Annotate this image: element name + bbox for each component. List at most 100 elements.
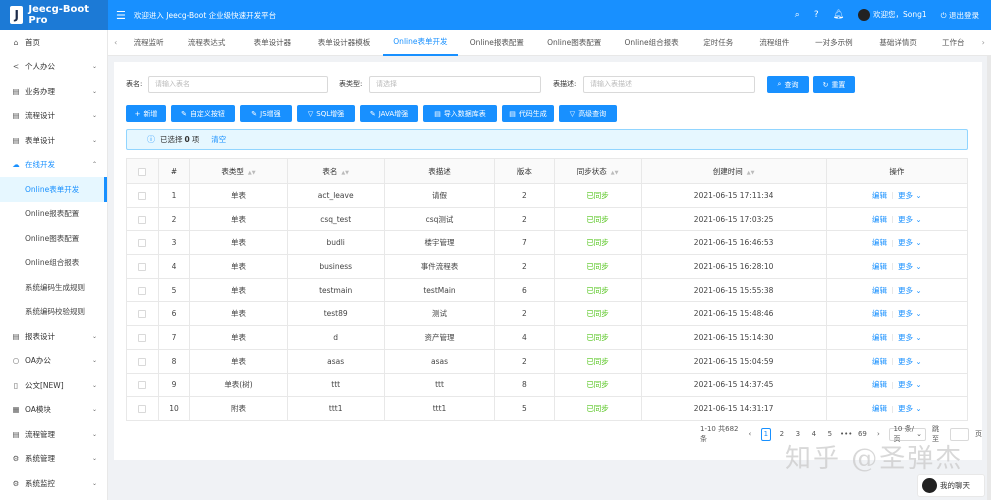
sidebar-item[interactable]: ▯ 公文[NEW] ⌄ <box>0 373 107 398</box>
edit-link[interactable]: 编辑 <box>872 215 887 224</box>
user-menu[interactable]: 欢迎您，Song1 <box>858 9 927 21</box>
sort-icon[interactable]: ▲▼ <box>248 170 256 176</box>
code-gen-button[interactable]: ▤ 代码生成 <box>502 105 554 122</box>
table-type-select[interactable]: 请选择 <box>369 76 541 93</box>
sidebar-item[interactable]: ☁ 在线开发 ⌃ <box>0 153 107 178</box>
reset-button[interactable]: ↻ 重置 <box>813 76 855 93</box>
row-select-cell[interactable] <box>126 301 159 327</box>
query-button[interactable]: ⌕ 查询 <box>767 76 809 93</box>
help-icon[interactable]: ? <box>814 10 819 20</box>
tab[interactable]: 表单设计器 <box>240 30 306 56</box>
more-link[interactable]: 更多 ⌄ <box>898 215 922 224</box>
sidebar-item[interactable]: Online组合报表 <box>0 251 107 276</box>
row-select-cell[interactable] <box>126 348 159 374</box>
edit-link[interactable]: 编辑 <box>872 309 887 318</box>
more-link[interactable]: 更多 ⌄ <box>898 309 922 318</box>
sort-icon[interactable]: ▲▼ <box>611 170 619 176</box>
table-row[interactable]: 6 单表 test89 测试 2 已同步 2021-06-15 15:48:46 编辑 更多 ⌄ <box>126 301 969 327</box>
sidebar-item[interactable]: ⚙ 系统监控 ⌄ <box>0 471 107 496</box>
table-name-input[interactable]: 请输入表名 <box>148 76 328 93</box>
search-icon[interactable]: ⌕ <box>795 10 800 20</box>
more-link[interactable]: 更多 ⌄ <box>898 357 922 366</box>
row-checkbox[interactable] <box>138 357 147 366</box>
advanced-query-button[interactable]: ▽ 高级查询 <box>559 105 617 122</box>
sidebar-item[interactable]: < 个人办公 ⌄ <box>0 55 107 80</box>
tab[interactable]: Online报表配置 <box>458 30 535 56</box>
tab[interactable]: 一对多示例 <box>802 30 865 56</box>
sidebar-item[interactable]: ⚙ 系统管理 ⌄ <box>0 447 107 472</box>
table-row[interactable]: 3 单表 budli 楼宇管理 7 已同步 2021-06-15 16:46:53 编辑 更多 … <box>126 230 969 256</box>
row-checkbox[interactable] <box>138 381 147 390</box>
tab[interactable]: 工作台 <box>931 30 975 56</box>
row-select-cell[interactable] <box>126 277 159 303</box>
edit-link[interactable]: 编辑 <box>872 238 887 247</box>
sort-icon[interactable]: ▲▼ <box>747 170 755 176</box>
add-button[interactable]: + 新增 <box>126 105 166 122</box>
sidebar-item[interactable]: 系统编码校验规则 <box>0 300 107 325</box>
tab[interactable]: 表单设计器模板 <box>305 30 382 56</box>
edit-link[interactable]: 编辑 <box>872 404 887 413</box>
import-db-table-button[interactable]: ▤ 导入数据库表 <box>423 105 497 122</box>
chat-widget[interactable]: 我的聊天 <box>917 474 985 497</box>
tab[interactable]: 基础详情页 <box>865 30 931 56</box>
tab[interactable]: 定时任务 <box>690 30 746 56</box>
col-sync-status[interactable]: 同步状态 ▲▼ <box>553 158 642 184</box>
row-checkbox[interactable] <box>138 215 147 224</box>
edit-link[interactable]: 编辑 <box>872 333 887 342</box>
row-select-cell[interactable] <box>126 254 159 279</box>
row-select-cell[interactable] <box>126 230 159 256</box>
col-table-name[interactable]: 表名 ▲▼ <box>286 158 385 184</box>
custom-button-button[interactable]: ✎ 自定义按钮 <box>171 105 235 122</box>
tab-scroll-left-icon[interactable]: ‹ <box>108 38 123 47</box>
row-checkbox[interactable] <box>138 333 147 342</box>
tab[interactable]: 流程监听 <box>123 30 173 56</box>
sidebar-item[interactable]: 系统编码生成规则 <box>0 275 107 300</box>
tab[interactable]: Online图表配置 <box>535 30 612 56</box>
sidebar-item[interactable]: ⌂ 首页 <box>0 30 107 55</box>
table-row[interactable]: 5 单表 testmain testMain 6 已同步 2021-06-15 15:55:… <box>126 277 969 303</box>
table-row[interactable]: 2 单表 csq_test csq测试 2 已同步 2021-06-15 17:03:25 编… <box>126 206 969 232</box>
java-enhance-button[interactable]: ✎ JAVA增强 <box>360 105 418 122</box>
table-row[interactable]: 4 单表 business 事件流程表 2 已同步 2021-06-15 16:28:10 编… <box>126 254 969 279</box>
col-created-time[interactable]: 创建时间 ▲▼ <box>640 158 827 184</box>
row-checkbox[interactable] <box>138 405 147 414</box>
edit-link[interactable]: 编辑 <box>872 262 887 271</box>
row-select-cell[interactable] <box>126 325 159 350</box>
clear-selection-link[interactable]: 清空 <box>211 134 226 145</box>
sql-enhance-button[interactable]: ▽ SQL增强 <box>297 105 355 122</box>
more-link[interactable]: 更多 ⌄ <box>898 333 922 342</box>
tab-scroll-right-icon[interactable]: › <box>976 38 991 47</box>
table-row[interactable]: 9 单表(树) ttt ttt 8 已同步 2021-06-15 14:37:45 编辑 更多 … <box>126 372 969 398</box>
sort-icon[interactable]: ▲▼ <box>341 170 349 176</box>
more-link[interactable]: 更多 ⌄ <box>898 238 922 247</box>
row-select-cell[interactable] <box>126 396 159 421</box>
select-all-cell[interactable] <box>126 158 159 184</box>
edit-link[interactable]: 编辑 <box>872 357 887 366</box>
more-link[interactable]: 更多 ⌄ <box>898 286 922 295</box>
menu-fold-icon[interactable]: ☰ <box>116 9 126 22</box>
sidebar-item[interactable]: Online图表配置 <box>0 226 107 251</box>
table-row[interactable]: 10 附表 ttt1 ttt1 5 已同步 2021-06-15 14:31:17 编辑 更多 … <box>126 396 969 421</box>
table-desc-input[interactable]: 请输入表描述 <box>583 76 755 93</box>
more-link[interactable]: 更多 ⌄ <box>898 404 922 413</box>
bell-icon[interactable]: 🔔︎ <box>833 10 844 20</box>
sidebar-item[interactable]: ○ OA办公 ⌄ <box>0 349 107 374</box>
prev-page-icon[interactable]: ‹ <box>745 428 755 441</box>
edit-link[interactable]: 编辑 <box>872 380 887 389</box>
more-link[interactable]: 更多 ⌄ <box>898 191 922 200</box>
col-table-type[interactable]: 表类型 ▲▼ <box>189 158 288 184</box>
row-checkbox[interactable] <box>138 286 147 295</box>
sidebar-item[interactable]: ▤ 业务办理 ⌄ <box>0 79 107 104</box>
row-checkbox[interactable] <box>138 239 147 248</box>
more-link[interactable]: 更多 ⌄ <box>898 262 922 271</box>
more-link[interactable]: 更多 ⌄ <box>898 380 922 389</box>
logo[interactable]: J Jeecg-Boot Pro <box>0 0 108 30</box>
table-row[interactable]: 8 单表 asas asas 2 已同步 2021-06-15 15:04:59 编辑 更多 ⌄ <box>126 348 969 374</box>
tab[interactable]: Online表单开发 <box>382 30 459 56</box>
sidebar-item[interactable]: Online报表配置 <box>0 202 107 227</box>
edit-link[interactable]: 编辑 <box>872 191 887 200</box>
row-select-cell[interactable] <box>126 372 159 398</box>
table-row[interactable]: 1 单表 act_leave 请假 2 已同步 2021-06-15 17:11:34 编辑 更… <box>126 183 969 208</box>
sidebar-item[interactable]: Online表单开发 <box>0 177 107 202</box>
edit-link[interactable]: 编辑 <box>872 286 887 295</box>
